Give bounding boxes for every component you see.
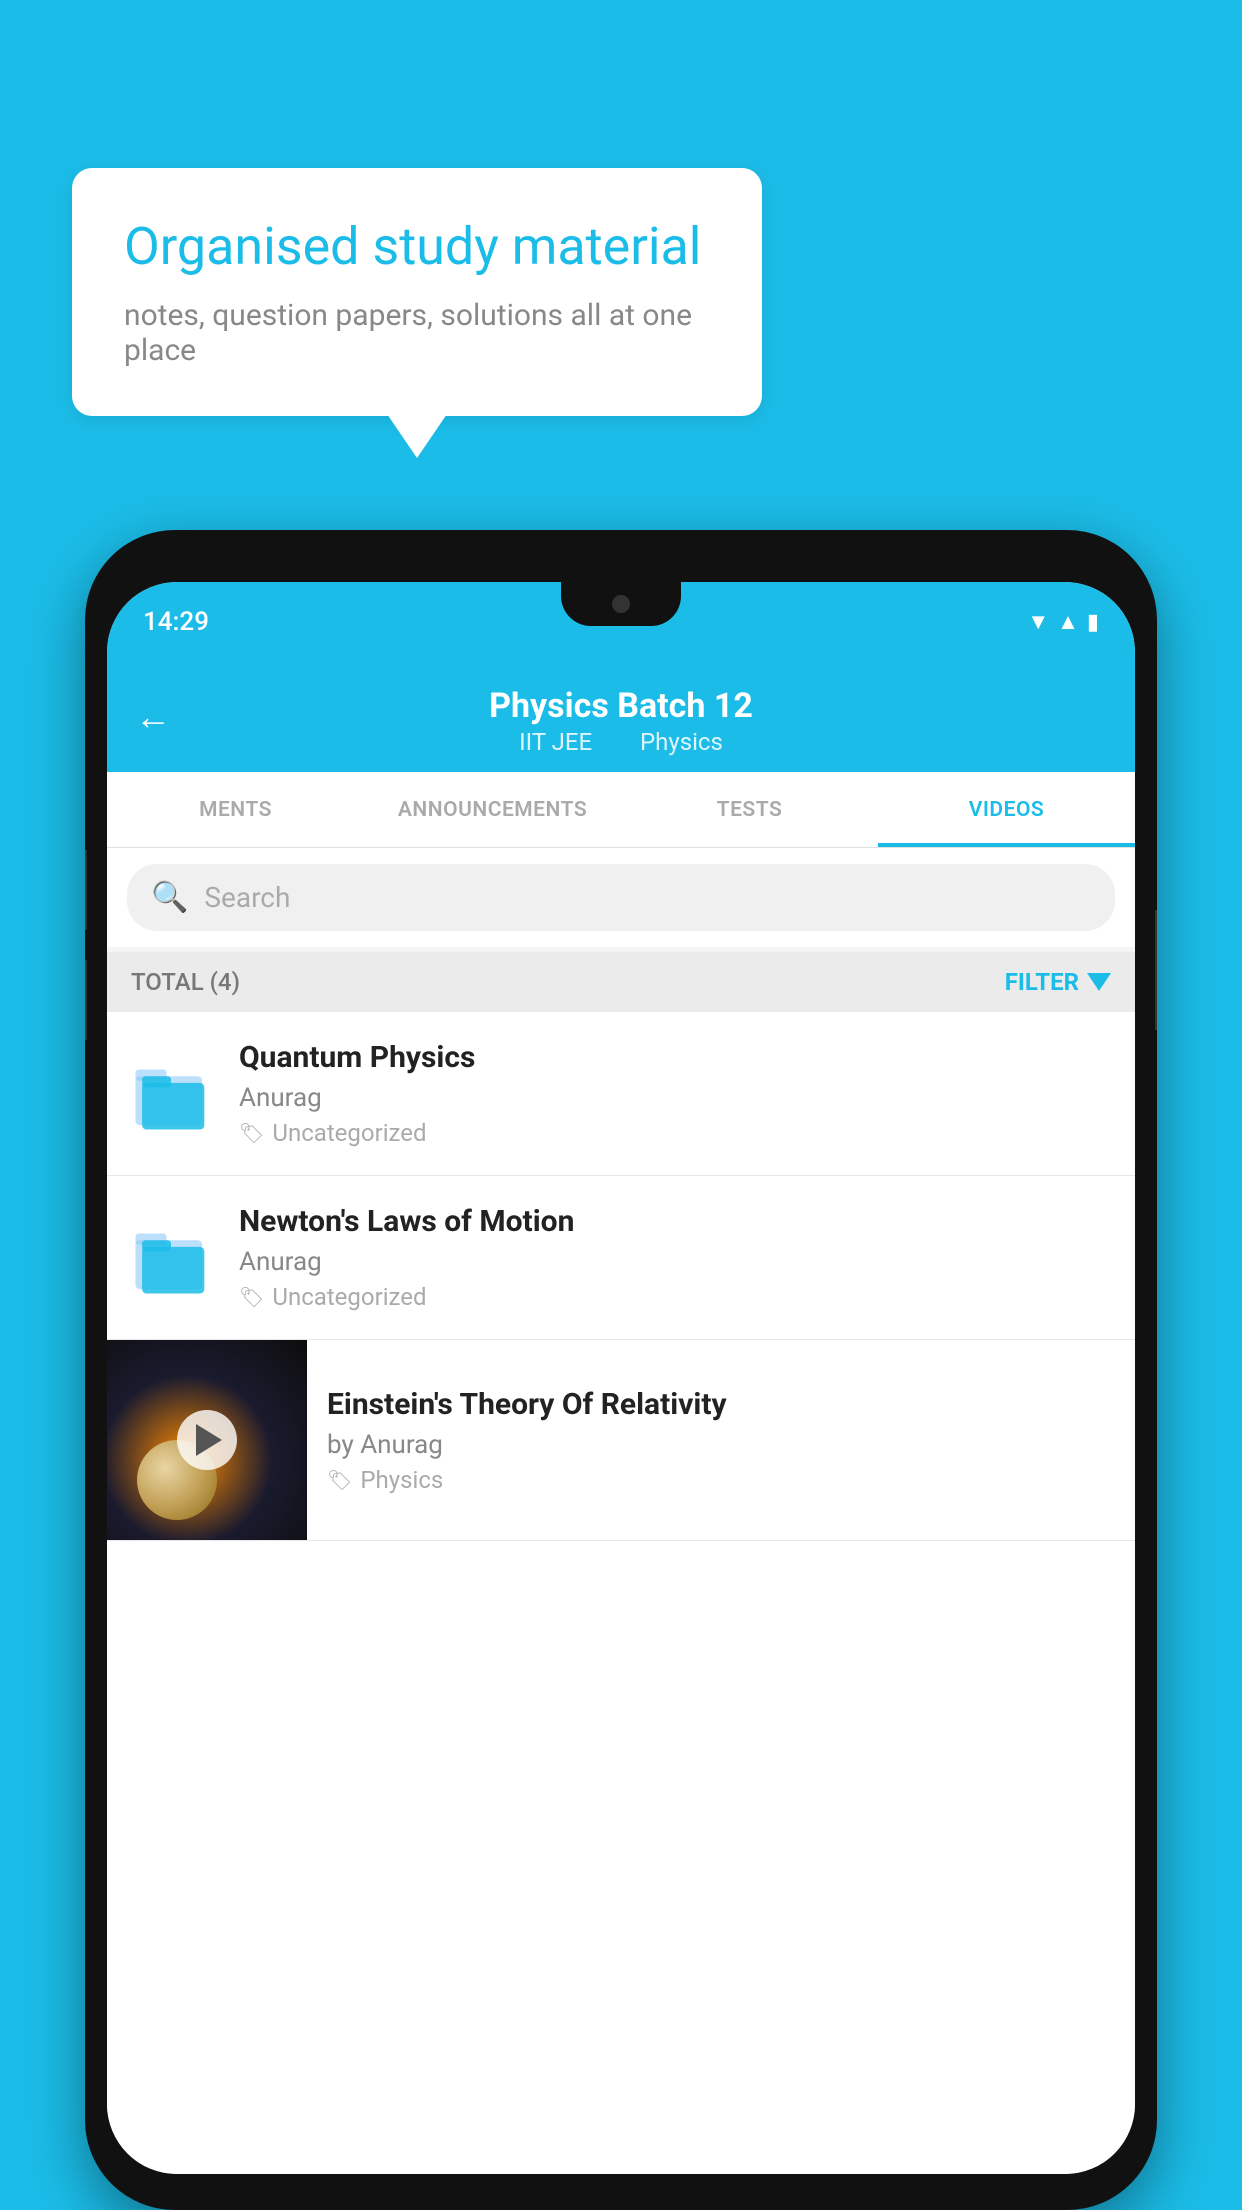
folder-svg [131, 1218, 211, 1298]
status-time: 14:29 [143, 607, 209, 637]
search-box[interactable]: 🔍 Search [127, 864, 1115, 931]
folder-svg [131, 1054, 211, 1134]
tag-icon: 🏷 [239, 1121, 264, 1145]
wifi-icon: ▼ [1027, 609, 1049, 635]
search-input[interactable]: Search [204, 881, 290, 914]
phone-frame: 14:29 ▼ ▲ ▮ ← Physics Batch 12 IIT JEE P… [85, 530, 1157, 2210]
video-title: Einstein's Theory Of Relativity [327, 1387, 1115, 1422]
tab-ments[interactable]: MENTS [107, 772, 364, 847]
tag-icon: 🏷 [327, 1468, 352, 1492]
header-tag1: IIT JEE [519, 728, 592, 756]
video-author: by Anurag [327, 1430, 1115, 1460]
video-thumbnail [107, 1340, 307, 1540]
search-container: 🔍 Search [107, 848, 1135, 947]
video-tag: 🏷 Uncategorized [239, 1119, 1111, 1147]
video-tag: 🏷 Physics [327, 1466, 1115, 1494]
filter-icon [1087, 973, 1111, 991]
video-title: Newton's Laws of Motion [239, 1204, 1111, 1239]
header-subtitle: IIT JEE Physics [507, 728, 735, 756]
status-icons: ▼ ▲ ▮ [1027, 609, 1099, 635]
list-item[interactable]: Newton's Laws of Motion Anurag 🏷 Uncateg… [107, 1176, 1135, 1340]
header-tag2: Physics [640, 728, 723, 756]
tab-announcements[interactable]: ANNOUNCEMENTS [364, 772, 621, 847]
tab-bar: MENTS ANNOUNCEMENTS TESTS VIDEOS [107, 772, 1135, 848]
bubble-title: Organised study material [124, 216, 710, 278]
tab-videos[interactable]: VIDEOS [878, 772, 1135, 847]
video-info: Einstein's Theory Of Relativity by Anura… [307, 1363, 1135, 1518]
video-info: Newton's Laws of Motion Anurag 🏷 Uncateg… [239, 1204, 1111, 1311]
video-title: Quantum Physics [239, 1040, 1111, 1075]
app-header: ← Physics Batch 12 IIT JEE Physics [107, 662, 1135, 772]
folder-icon [131, 1218, 211, 1298]
tab-tests[interactable]: TESTS [621, 772, 878, 847]
total-count: TOTAL (4) [131, 968, 240, 996]
volume-down-button [85, 960, 87, 1040]
signal-icon: ▲ [1057, 609, 1079, 635]
video-tag: 🏷 Uncategorized [239, 1283, 1111, 1311]
status-bar: 14:29 ▼ ▲ ▮ [107, 582, 1135, 662]
video-author: Anurag [239, 1247, 1111, 1277]
video-author: Anurag [239, 1083, 1111, 1113]
tag-icon: 🏷 [239, 1285, 264, 1309]
filter-bar: TOTAL (4) FILTER [107, 952, 1135, 1012]
video-info: Quantum Physics Anurag 🏷 Uncategorized [239, 1040, 1111, 1147]
bubble-subtitle: notes, question papers, solutions all at… [124, 298, 710, 368]
video-list: Quantum Physics Anurag 🏷 Uncategorized [107, 1012, 1135, 2174]
search-icon: 🔍 [151, 880, 188, 915]
speech-bubble: Organised study material notes, question… [72, 168, 762, 416]
notch [561, 582, 681, 626]
phone-screen: 14:29 ▼ ▲ ▮ ← Physics Batch 12 IIT JEE P… [107, 582, 1135, 2174]
list-item[interactable]: Quantum Physics Anurag 🏷 Uncategorized [107, 1012, 1135, 1176]
camera-dot [612, 595, 630, 613]
battery-icon: ▮ [1087, 610, 1099, 635]
volume-up-button [85, 850, 87, 930]
header-title: Physics Batch 12 [489, 686, 753, 726]
play-icon [196, 1424, 222, 1456]
back-button[interactable]: ← [135, 696, 171, 738]
play-button[interactable] [177, 1410, 237, 1470]
power-button [1155, 910, 1157, 1030]
folder-icon [131, 1054, 211, 1134]
list-item[interactable]: Einstein's Theory Of Relativity by Anura… [107, 1340, 1135, 1541]
filter-button[interactable]: FILTER [1005, 968, 1111, 996]
